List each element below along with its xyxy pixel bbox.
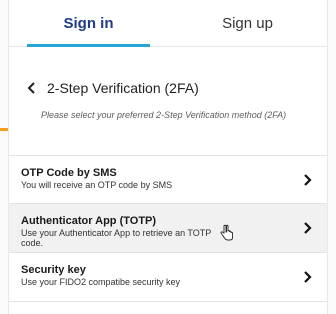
- tab-sign-in-label: Sign in: [63, 14, 114, 32]
- accent-line: [0, 128, 8, 131]
- verification-methods-list: OTP Code by SMS You will receive an OTP …: [9, 155, 327, 302]
- tab-sign-up[interactable]: Sign up: [168, 0, 327, 46]
- option-security-key[interactable]: Security key Use your FIDO2 compatibe se…: [9, 253, 327, 302]
- page-title: 2-Step Verification (2FA): [47, 80, 199, 96]
- option-title: Authenticator App (TOTP): [21, 215, 157, 227]
- option-otp-sms[interactable]: OTP Code by SMS You will receive an OTP …: [9, 155, 327, 204]
- option-description: You will receive an OTP code by SMS: [21, 180, 173, 190]
- option-description: Use your Authenticator App to retrieve a…: [21, 228, 212, 248]
- option-description: Use your FIDO2 compatibe security key: [21, 277, 181, 287]
- chevron-right-icon: [303, 221, 313, 235]
- tab-sign-up-label: Sign up: [222, 14, 273, 32]
- back-button[interactable]: 2-Step Verification (2FA): [27, 80, 199, 96]
- chevron-right-icon: [303, 173, 313, 187]
- chevron-right-icon: [303, 270, 313, 284]
- tab-sign-in[interactable]: Sign in: [9, 0, 168, 47]
- instructions-text: Please select your preferred 2-Step Veri…: [41, 110, 287, 120]
- option-authenticator-app[interactable]: Authenticator App (TOTP) Use your Authen…: [9, 204, 327, 253]
- auth-tabs: Sign in Sign up: [9, 0, 327, 47]
- option-title: OTP Code by SMS: [21, 167, 117, 179]
- auth-panel: Sign in Sign up 2-Step Verification (2FA…: [8, 0, 328, 314]
- chevron-left-icon: [27, 81, 37, 95]
- option-title: Security key: [21, 264, 86, 276]
- hand-pointer-icon: [219, 224, 235, 242]
